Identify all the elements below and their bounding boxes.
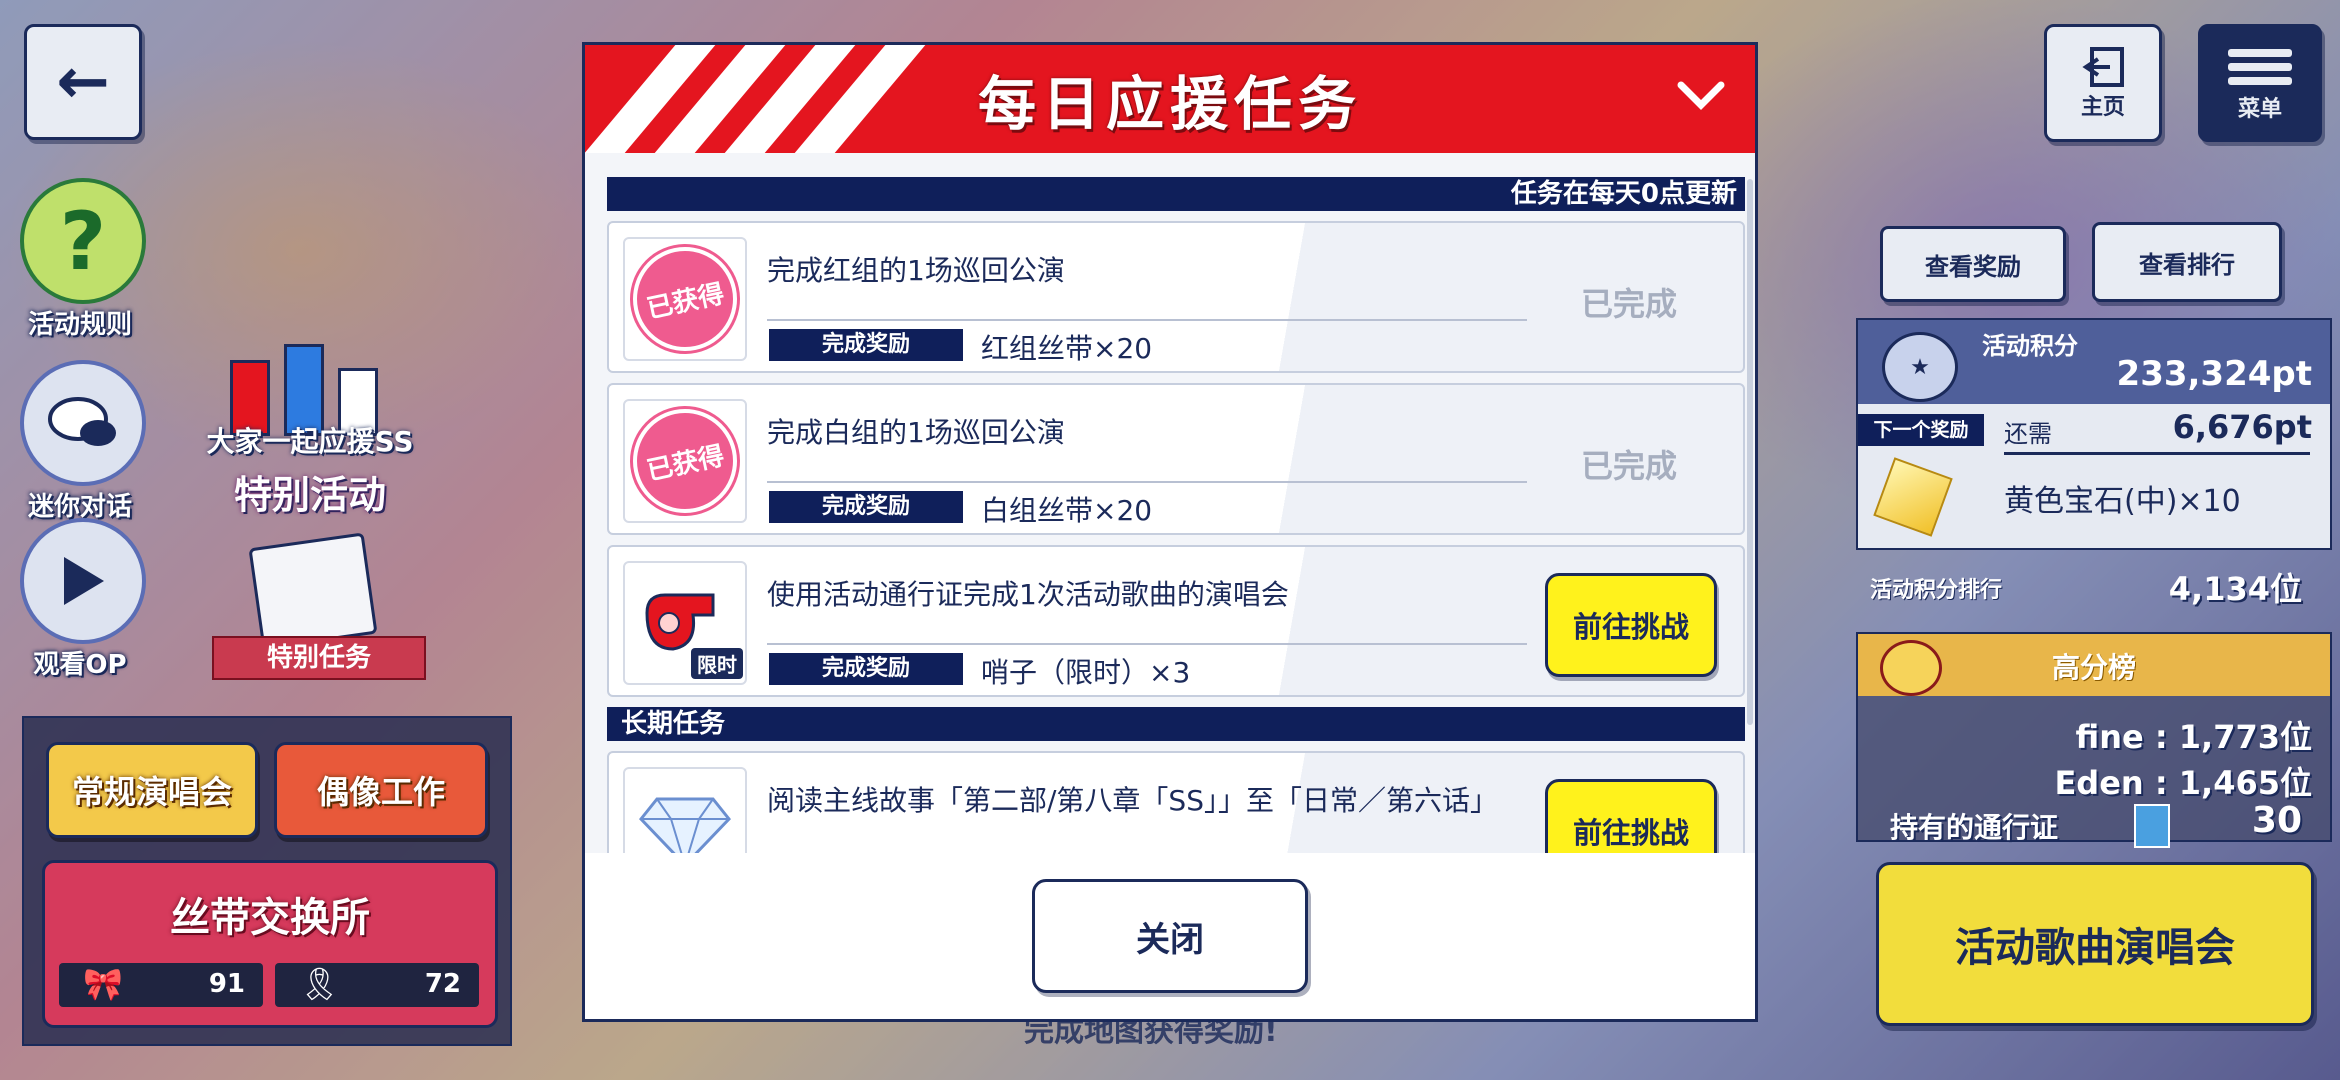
red-ribbon-icon: 🎀 <box>83 965 123 1003</box>
obtained-stamp-icon: 已获得 <box>623 399 747 523</box>
high-score-label: 高分榜 <box>2051 651 2136 684</box>
reward-tag: 完成奖励 <box>769 653 963 685</box>
points-panel: ★ 活动积分 233,324pt 下一个奖励 还需 6,676pt 黄色宝石(中… <box>1856 318 2332 550</box>
remaining-underline <box>2004 452 2310 455</box>
yellow-gem-icon <box>1873 457 1953 537</box>
completed-status: 已完成 <box>1580 285 1677 323</box>
close-button[interactable]: 关闭 <box>1032 879 1308 993</box>
rank-label: 活动积分排行 <box>1870 578 2003 603</box>
logo-bottom-text: 特别活动 <box>233 473 386 517</box>
collapse-chevron-icon[interactable] <box>1675 75 1727 119</box>
modal-footer: 关闭 <box>585 853 1755 1019</box>
rank-value: 4,134位 <box>2168 570 2302 608</box>
red-ribbon-count: 91 <box>208 969 245 999</box>
view-ranking-button[interactable]: 查看排行 <box>2092 222 2282 302</box>
remaining-value: 6,676pt <box>2172 408 2312 446</box>
ribbon-exchange-button[interactable]: 丝带交换所 🎀 91 🎗 72 <box>42 860 498 1028</box>
special-mission-label: 特别任务 <box>212 636 426 680</box>
reward-tag: 完成奖励 <box>769 329 963 361</box>
mission-item: 阅读主线故事「第二部/第八章「SS」」至「日常／第六话」 前往挑战 <box>607 751 1745 857</box>
long-term-header: 长期任务 <box>607 707 1745 741</box>
op-label: 观看OP <box>33 650 127 680</box>
pass-ticket-icon <box>2134 804 2170 848</box>
points-label: 活动积分 <box>1982 332 2078 360</box>
obtained-stamp-icon: 已获得 <box>623 237 747 361</box>
mission-list[interactable]: 任务在每天0点更新 已获得 完成红组的1场巡回公演 完成奖励 红组丝带×20 已… <box>607 177 1745 857</box>
regular-concert-label: 常规演唱会 <box>71 773 232 811</box>
mission-divider <box>767 643 1527 645</box>
go-challenge-button[interactable]: 前往挑战 <box>1545 779 1717 857</box>
menu-label: 菜单 <box>2237 97 2282 122</box>
mini-chat-button[interactable]: 迷你对话 <box>20 360 160 523</box>
pass-count: 30 <box>2251 800 2302 841</box>
menu-button[interactable]: 菜单 <box>2198 24 2322 142</box>
completed-status: 已完成 <box>1580 447 1677 485</box>
mission-divider <box>767 319 1527 321</box>
idol-work-button[interactable]: 偶像工作 <box>274 742 488 838</box>
watch-op-button[interactable]: 观看OP <box>20 518 160 681</box>
ribbon-exchange-label: 丝带交换所 <box>170 895 370 941</box>
mission-item: 限时 使用活动通行证完成1次活动歌曲的演唱会 完成奖励 哨子（限时）×3 前往挑… <box>607 545 1745 697</box>
event-song-concert-button[interactable]: 活动歌曲演唱会 <box>1876 862 2314 1026</box>
idol-work-label: 偶像工作 <box>316 773 445 811</box>
home-label: 主页 <box>2080 95 2125 120</box>
mission-divider <box>767 481 1527 483</box>
reward-text: 白组丝带×20 <box>981 494 1153 527</box>
event-logo: 大家一起应援SS 特别活动 <box>180 344 440 520</box>
diamond-icon <box>623 767 747 857</box>
question-icon: ? <box>20 178 146 304</box>
event-song-concert-label: 活动歌曲演唱会 <box>1955 925 2235 971</box>
whistle-icon: 限时 <box>623 561 747 685</box>
white-ribbon-icon: 🎗 <box>299 965 340 1003</box>
mission-item: 已获得 完成白组的1场巡回公演 完成奖励 白组丝带×20 已完成 <box>607 383 1745 535</box>
hamburger-icon <box>2228 43 2292 91</box>
back-button[interactable]: ← <box>24 24 142 140</box>
reward-tag: 完成奖励 <box>769 491 963 523</box>
modal-title: 每日应援任务 <box>977 70 1362 138</box>
rules-button[interactable]: ? 活动规则 <box>20 178 160 341</box>
mission-title: 完成红组的1场巡回公演 <box>767 254 1065 287</box>
remaining-label: 还需 <box>2004 420 2052 448</box>
points-value: 233,324pt <box>2116 354 2312 394</box>
next-reward-label: 下一个奖励 <box>1858 414 1984 446</box>
white-ribbon-count: 72 <box>424 969 461 999</box>
refresh-note: 任务在每天0点更新 <box>607 177 1745 211</box>
chat-bubble-icon <box>20 360 146 486</box>
pass-row: 持有的通行证 30 <box>1856 796 2328 852</box>
rank-row: 活动积分排行 4,134位 <box>1856 556 2328 616</box>
fine-rank: fine : 1,773位 <box>2075 718 2312 756</box>
daily-support-mission-modal: 每日应援任务 任务在每天0点更新 已获得 完成红组的1场巡回公演 完成奖励 红组… <box>582 42 1758 1022</box>
special-mission-button[interactable]: 特别任务 <box>200 532 430 680</box>
view-rewards-label: 查看奖励 <box>1925 252 2021 281</box>
view-ranking-label: 查看排行 <box>2139 250 2235 279</box>
regular-concert-button[interactable]: 常规演唱会 <box>46 742 258 838</box>
pt-medal-icon: ★ <box>1882 332 1958 402</box>
back-arrow-icon: ← <box>56 45 110 119</box>
pass-label: 持有的通行证 <box>1890 811 2059 844</box>
go-challenge-button[interactable]: 前往挑战 <box>1545 573 1717 677</box>
modal-header: 每日应援任务 <box>585 45 1755 153</box>
reward-text: 红组丝带×20 <box>981 332 1153 365</box>
red-ribbon-counter: 🎀 91 <box>59 963 263 1007</box>
mission-list-scrollbar[interactable] <box>1747 179 1753 725</box>
mission-title: 完成白组的1场巡回公演 <box>767 416 1065 449</box>
document-icon <box>248 532 378 650</box>
reward-text: 哨子（限时）×3 <box>981 656 1191 689</box>
mission-title: 使用活动通行证完成1次活动歌曲的演唱会 <box>767 578 1289 611</box>
view-rewards-button[interactable]: 查看奖励 <box>1880 226 2066 302</box>
next-reward-item: 黄色宝石(中)×10 <box>2004 484 2241 519</box>
limited-badge: 限时 <box>691 648 743 679</box>
mission-title: 阅读主线故事「第二部/第八章「SS」」至「日常／第六话」 <box>767 784 1498 817</box>
home-button[interactable]: 主页 <box>2044 24 2162 142</box>
logo-top-text: 大家一起应援SS <box>206 425 414 458</box>
exit-door-icon <box>2082 47 2124 87</box>
play-icon <box>20 518 146 644</box>
left-bottom-panel: 常规演唱会 偶像工作 丝带交换所 🎀 91 🎗 72 <box>22 716 512 1046</box>
mission-item: 已获得 完成红组的1场巡回公演 完成奖励 红组丝带×20 已完成 <box>607 221 1745 373</box>
white-ribbon-counter: 🎗 72 <box>275 963 479 1007</box>
rules-label: 活动规则 <box>27 310 132 340</box>
